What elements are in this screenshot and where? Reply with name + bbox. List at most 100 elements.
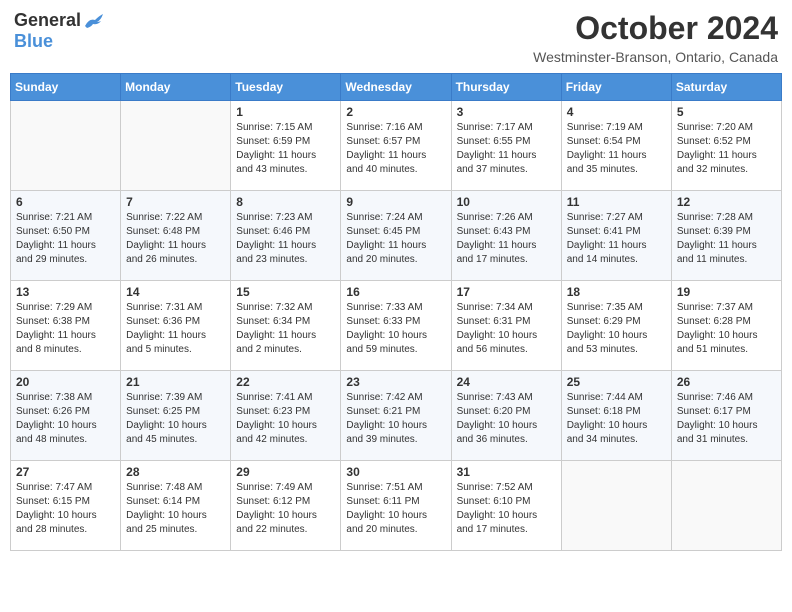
day-number: 2: [346, 105, 445, 119]
calendar-day-cell: [11, 101, 121, 191]
calendar-day-cell: 25Sunrise: 7:44 AMSunset: 6:18 PMDayligh…: [561, 371, 671, 461]
day-number: 19: [677, 285, 776, 299]
day-detail: Sunrise: 7:51 AMSunset: 6:11 PMDaylight:…: [346, 481, 445, 537]
calendar-day-cell: [121, 101, 231, 191]
day-number: 12: [677, 195, 776, 209]
calendar-week-row: 13Sunrise: 7:29 AMSunset: 6:38 PMDayligh…: [11, 281, 782, 371]
day-number: 6: [16, 195, 115, 209]
day-detail: Sunrise: 7:38 AMSunset: 6:26 PMDaylight:…: [16, 391, 115, 447]
calendar-day-cell: 3Sunrise: 7:17 AMSunset: 6:55 PMDaylight…: [451, 101, 561, 191]
day-number: 4: [567, 105, 666, 119]
logo-blue-text: Blue: [14, 31, 53, 52]
day-number: 30: [346, 465, 445, 479]
calendar-day-cell: 28Sunrise: 7:48 AMSunset: 6:14 PMDayligh…: [121, 461, 231, 551]
day-detail: Sunrise: 7:24 AMSunset: 6:45 PMDaylight:…: [346, 211, 445, 267]
day-number: 5: [677, 105, 776, 119]
month-title: October 2024: [533, 10, 778, 47]
calendar-day-cell: 8 Sunrise: 7:23 AMSunset: 6:46 PMDaylight…: [231, 191, 341, 281]
day-detail: Sunrise: 7:46 AMSunset: 6:17 PMDaylight:…: [677, 391, 776, 447]
day-detail: Sunrise: 7:22 AMSunset: 6:48 PMDaylight:…: [126, 211, 225, 267]
calendar-day-cell: 9 Sunrise: 7:24 AMSunset: 6:45 PMDaylight…: [341, 191, 451, 281]
day-detail: Sunrise: 7:43 AMSunset: 6:20 PMDaylight:…: [457, 391, 556, 447]
day-detail: Sunrise: 7:20 AMSunset: 6:52 PMDaylight:…: [677, 121, 776, 177]
day-detail: Sunrise: 7:16 AMSunset: 6:57 PMDaylight:…: [346, 121, 445, 177]
day-detail: Sunrise: 7:34 AMSunset: 6:31 PMDaylight:…: [457, 301, 556, 357]
day-detail: Sunrise: 7:32 AMSunset: 6:34 PMDaylight:…: [236, 301, 335, 357]
calendar-week-row: 27Sunrise: 7:47 AMSunset: 6:15 PMDayligh…: [11, 461, 782, 551]
day-detail: Sunrise: 7:19 AMSunset: 6:54 PMDaylight:…: [567, 121, 666, 177]
day-detail: Sunrise: 7:41 AMSunset: 6:23 PMDaylight:…: [236, 391, 335, 447]
day-number: 11: [567, 195, 666, 209]
title-section: October 2024 Westminster-Branson, Ontari…: [533, 10, 778, 65]
calendar-day-cell: 31 Sunrise: 7:52 AMSunset: 6:10 PMDayligh…: [451, 461, 561, 551]
day-detail: Sunrise: 7:23 AMSunset: 6:46 PMDaylight:…: [236, 211, 335, 267]
day-number: 9: [346, 195, 445, 209]
logo[interactable]: General Blue: [14, 10, 105, 52]
calendar-header-cell: Friday: [561, 74, 671, 101]
day-number: 17: [457, 285, 556, 299]
calendar-day-cell: 1 Sunrise: 7:15 AMSunset: 6:59 PMDaylight…: [231, 101, 341, 191]
calendar-header-row: SundayMondayTuesdayWednesdayThursdayFrid…: [11, 74, 782, 101]
day-detail: Sunrise: 7:15 AMSunset: 6:59 PMDaylight:…: [236, 121, 335, 177]
day-detail: Sunrise: 7:44 AMSunset: 6:18 PMDaylight:…: [567, 391, 666, 447]
calendar-day-cell: 14 Sunrise: 7:31 AMSunset: 6:36 PMDayligh…: [121, 281, 231, 371]
day-number: 18: [567, 285, 666, 299]
day-detail: Sunrise: 7:37 AMSunset: 6:28 PMDaylight:…: [677, 301, 776, 357]
calendar-day-cell: 5 Sunrise: 7:20 AMSunset: 6:52 PMDaylight…: [671, 101, 781, 191]
calendar-day-cell: 24 Sunrise: 7:43 AMSunset: 6:20 PMDayligh…: [451, 371, 561, 461]
calendar-header-cell: Tuesday: [231, 74, 341, 101]
day-number: 27: [16, 465, 115, 479]
location-title: Westminster-Branson, Ontario, Canada: [533, 49, 778, 65]
day-number: 23: [346, 375, 445, 389]
day-detail: Sunrise: 7:31 AMSunset: 6:36 PMDaylight:…: [126, 301, 225, 357]
calendar-day-cell: 23 Sunrise: 7:42 AMSunset: 6:21 PMDayligh…: [341, 371, 451, 461]
calendar-day-cell: 22 Sunrise: 7:41 AMSunset: 6:23 PMDayligh…: [231, 371, 341, 461]
calendar-header-cell: Monday: [121, 74, 231, 101]
calendar-day-cell: [561, 461, 671, 551]
calendar-day-cell: 11Sunrise: 7:27 AMSunset: 6:41 PMDayligh…: [561, 191, 671, 281]
calendar-day-cell: 16 Sunrise: 7:33 AMSunset: 6:33 PMDayligh…: [341, 281, 451, 371]
calendar-day-cell: 30 Sunrise: 7:51 AMSunset: 6:11 PMDayligh…: [341, 461, 451, 551]
day-detail: Sunrise: 7:42 AMSunset: 6:21 PMDaylight:…: [346, 391, 445, 447]
calendar-day-cell: 12 Sunrise: 7:28 AMSunset: 6:39 PMDayligh…: [671, 191, 781, 281]
calendar-day-cell: 19 Sunrise: 7:37 AMSunset: 6:28 PMDayligh…: [671, 281, 781, 371]
day-number: 14: [126, 285, 225, 299]
calendar-day-cell: 13Sunrise: 7:29 AMSunset: 6:38 PMDayligh…: [11, 281, 121, 371]
calendar-header-cell: Thursday: [451, 74, 561, 101]
page-header: General Blue October 2024 Westminster-Br…: [10, 10, 782, 65]
day-detail: Sunrise: 7:21 AMSunset: 6:50 PMDaylight:…: [16, 211, 115, 267]
day-number: 26: [677, 375, 776, 389]
calendar-day-cell: 18Sunrise: 7:35 AMSunset: 6:29 PMDayligh…: [561, 281, 671, 371]
day-number: 31: [457, 465, 556, 479]
day-detail: Sunrise: 7:33 AMSunset: 6:33 PMDaylight:…: [346, 301, 445, 357]
day-detail: Sunrise: 7:48 AMSunset: 6:14 PMDaylight:…: [126, 481, 225, 537]
day-detail: Sunrise: 7:39 AMSunset: 6:25 PMDaylight:…: [126, 391, 225, 447]
calendar-table: SundayMondayTuesdayWednesdayThursdayFrid…: [10, 73, 782, 551]
day-number: 15: [236, 285, 335, 299]
day-number: 16: [346, 285, 445, 299]
logo-bird-icon: [83, 12, 105, 30]
calendar-day-cell: 2 Sunrise: 7:16 AMSunset: 6:57 PMDaylight…: [341, 101, 451, 191]
day-number: 1: [236, 105, 335, 119]
day-number: 8: [236, 195, 335, 209]
calendar-day-cell: 27Sunrise: 7:47 AMSunset: 6:15 PMDayligh…: [11, 461, 121, 551]
day-detail: Sunrise: 7:52 AMSunset: 6:10 PMDaylight:…: [457, 481, 556, 537]
calendar-day-cell: 20Sunrise: 7:38 AMSunset: 6:26 PMDayligh…: [11, 371, 121, 461]
day-number: 24: [457, 375, 556, 389]
day-number: 21: [126, 375, 225, 389]
calendar-day-cell: [671, 461, 781, 551]
calendar-day-cell: 4 Sunrise: 7:19 AMSunset: 6:54 PMDaylight…: [561, 101, 671, 191]
day-detail: Sunrise: 7:28 AMSunset: 6:39 PMDaylight:…: [677, 211, 776, 267]
calendar-header-cell: Sunday: [11, 74, 121, 101]
calendar-day-cell: 15 Sunrise: 7:32 AMSunset: 6:34 PMDayligh…: [231, 281, 341, 371]
day-number: 29: [236, 465, 335, 479]
calendar-day-cell: 29Sunrise: 7:49 AMSunset: 6:12 PMDayligh…: [231, 461, 341, 551]
day-number: 7: [126, 195, 225, 209]
day-number: 22: [236, 375, 335, 389]
logo-general-text: General: [14, 10, 81, 31]
calendar-day-cell: 26 Sunrise: 7:46 AMSunset: 6:17 PMDayligh…: [671, 371, 781, 461]
day-number: 10: [457, 195, 556, 209]
calendar-header-cell: Saturday: [671, 74, 781, 101]
day-detail: Sunrise: 7:17 AMSunset: 6:55 PMDaylight:…: [457, 121, 556, 177]
calendar-day-cell: 6 Sunrise: 7:21 AMSunset: 6:50 PMDaylight…: [11, 191, 121, 281]
